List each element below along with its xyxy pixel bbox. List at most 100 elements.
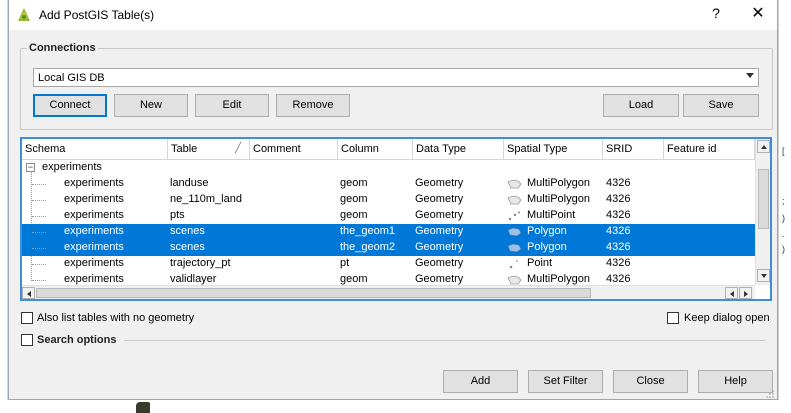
help-button[interactable]: Help — [698, 370, 773, 393]
background-thumbnail — [136, 402, 150, 413]
cell-data-type: Geometry — [415, 257, 464, 269]
arrow-left-icon — [27, 291, 31, 297]
list-no-geometry-checkbox[interactable] — [21, 312, 33, 324]
cell-table: validlayer — [170, 273, 217, 285]
vertical-scroll-thumb[interactable] — [758, 169, 769, 229]
scroll-left-button[interactable] — [22, 287, 35, 299]
cell-srid: 4326 — [606, 177, 631, 189]
cell-spatial-type: Point — [527, 257, 553, 269]
connections-group-title: Connections — [27, 42, 98, 54]
tree-branch-line — [32, 248, 46, 249]
column-header-schema[interactable]: Schema — [22, 139, 168, 160]
cell-spatial-type: Polygon — [527, 241, 567, 253]
cell-srid: 4326 — [606, 225, 631, 237]
cell-table: scenes — [170, 241, 205, 253]
scroll-up-button[interactable] — [757, 140, 770, 153]
cell-data-type: Geometry — [415, 273, 464, 285]
add-button[interactable]: Add — [443, 370, 518, 393]
scroll-down-button[interactable] — [757, 269, 770, 282]
cell-table: scenes — [170, 225, 205, 237]
cell-spatial-type: Polygon — [527, 225, 567, 237]
polygon-icon — [507, 243, 522, 253]
polygon-icon — [507, 227, 522, 237]
tree-branch-line — [32, 184, 46, 185]
search-options-label: Search options — [37, 334, 117, 346]
chevron-down-icon — [746, 73, 754, 78]
close-button[interactable]: Close — [613, 370, 688, 393]
add-postgis-dialog: Add PostGIS Table(s) ? ✕ Connections Loc… — [8, 0, 778, 400]
table-row[interactable]: experiments landuse geom Geometry MultiPolyg… — [22, 176, 755, 192]
help-title-button[interactable]: ? — [707, 5, 725, 25]
multipolygon-icon — [507, 195, 522, 205]
column-header-data-type[interactable]: Data Type — [413, 139, 504, 160]
tree-branch-line — [32, 232, 46, 233]
table-row[interactable]: experiments pts geom Geometry MultiPoint 4326 — [22, 208, 755, 224]
cell-srid: 4326 — [606, 273, 631, 285]
table-row[interactable]: experiments scenes the_geom1 Geometry Polygo… — [22, 224, 755, 240]
remove-connection-button[interactable]: Remove — [276, 94, 350, 117]
cell-srid: 4326 — [606, 209, 631, 221]
multipolygon-icon — [507, 179, 522, 189]
column-header-table[interactable]: Table ╱ — [168, 139, 250, 160]
cell-schema: experiments — [64, 177, 124, 189]
table-row[interactable]: experiments trajectory_pt pt Geometry Point 4… — [22, 256, 755, 272]
cell-schema: experiments — [64, 193, 124, 205]
cell-srid: 4326 — [606, 193, 631, 205]
tree-branch-line — [32, 264, 46, 265]
horizontal-scrollbar[interactable] — [22, 285, 755, 299]
edit-connection-button[interactable]: Edit — [195, 94, 269, 117]
arrow-right-icon — [744, 291, 748, 297]
cell-column: the_geom1 — [340, 225, 396, 237]
cell-srid: 4326 — [606, 257, 631, 269]
column-header-spatial-type[interactable]: Spatial Type — [504, 139, 603, 160]
column-header-feature-id[interactable]: Feature id — [664, 139, 755, 160]
connection-select[interactable]: Local GIS DB — [33, 68, 759, 87]
vertical-scrollbar[interactable] — [755, 139, 770, 285]
column-header-comment[interactable]: Comment — [250, 139, 338, 160]
cell-spatial-type: MultiPolygon — [527, 177, 590, 189]
background-window-bottom — [0, 400, 791, 413]
tree-branch-line — [32, 200, 46, 201]
horizontal-scroll-thumb[interactable] — [36, 288, 591, 298]
table-row[interactable]: experiments ne_110m_land geom Geometry Multi… — [22, 192, 755, 208]
scroll-right-button[interactable] — [739, 287, 752, 299]
table-header: Schema Table ╱ Comment Column Data Type S… — [22, 139, 755, 160]
scroll-left-button-end[interactable] — [725, 287, 738, 299]
connections-group — [20, 48, 773, 130]
schema-group-row[interactable]: − experiments — [22, 160, 755, 176]
connect-button[interactable]: Connect — [33, 94, 107, 117]
close-icon[interactable]: ✕ — [747, 4, 769, 26]
search-options-separator — [124, 340, 765, 341]
resize-grip-icon[interactable] — [765, 390, 775, 398]
multipolygon-icon — [507, 275, 522, 285]
table-row[interactable]: experiments scenes the_geom2 Geometry Polygo… — [22, 240, 755, 256]
cell-table: pts — [170, 209, 185, 221]
search-options-checkbox[interactable] — [21, 334, 33, 346]
save-connections-button[interactable]: Save — [683, 94, 759, 117]
cell-table: landuse — [170, 177, 209, 189]
background-window-left — [0, 0, 8, 413]
column-header-srid[interactable]: SRID — [603, 139, 664, 160]
title-bar: Add PostGIS Table(s) ? ✕ — [9, 0, 777, 30]
load-connections-button[interactable]: Load — [603, 94, 679, 117]
new-connection-button[interactable]: New — [114, 94, 188, 117]
list-no-geometry-label: Also list tables with no geometry — [37, 312, 195, 324]
keep-dialog-open-checkbox[interactable] — [667, 312, 679, 324]
cell-schema: experiments — [64, 209, 124, 221]
point-icon — [509, 260, 518, 269]
background-window-right: [ ; ) . ) — [778, 0, 791, 413]
set-filter-button[interactable]: Set Filter — [528, 370, 603, 393]
cell-data-type: Geometry — [415, 177, 464, 189]
window-title: Add PostGIS Table(s) — [39, 8, 155, 22]
column-header-column[interactable]: Column — [338, 139, 413, 160]
cell-table: ne_110m_land — [170, 193, 242, 205]
cell-schema: experiments — [64, 241, 124, 253]
cell-schema: experiments — [64, 225, 124, 237]
cell-table: trajectory_pt — [170, 257, 231, 269]
cell-data-type: Geometry — [415, 225, 464, 237]
cell-schema: experiments — [64, 257, 124, 269]
cell-data-type: Geometry — [415, 241, 464, 253]
cell-spatial-type: MultiPolygon — [527, 193, 590, 205]
multipoint-icon — [508, 211, 520, 221]
tables-tree-view[interactable]: Schema Table ╱ Comment Column Data Type S… — [20, 137, 772, 301]
